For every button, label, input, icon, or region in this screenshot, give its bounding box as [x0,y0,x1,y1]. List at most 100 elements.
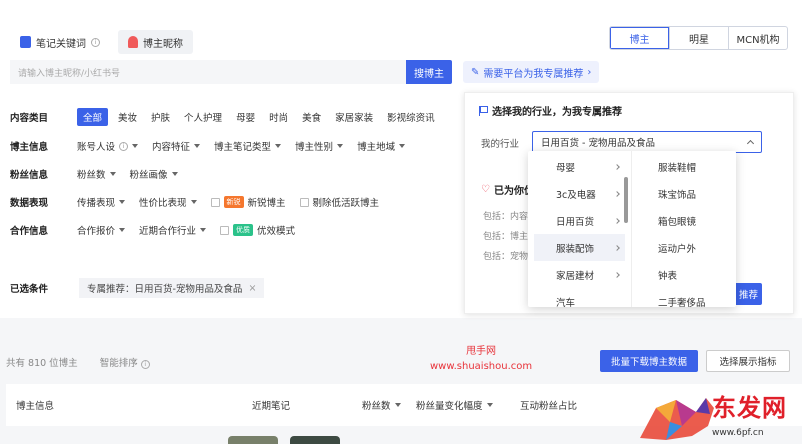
filter-label: 博主信息 [10,142,49,153]
results-count: 共有 810 位博主 [6,358,78,369]
header-interactive-ratio: 互动粉丝占比 [520,401,578,412]
scrollbar-thumb[interactable] [624,177,628,223]
user-icon [128,36,138,48]
industry-select-value: 日用百货 - 宠物用品及食品 [541,138,655,149]
cascader-option[interactable]: 3c及电器 [528,180,631,207]
filter-dropdown[interactable]: 粉丝数 [77,167,116,181]
recommend-link[interactable]: ✎ 需要平台为我专属推荐 › [463,61,600,83]
category-item[interactable]: 个人护理 [184,110,222,124]
filter-dropdown-label: 博主性别 [295,142,334,153]
filter-dropdown[interactable]: 博主地域 [357,139,406,153]
chevron-up-icon [746,139,755,148]
filter-dropdown-label: 博主笔记类型 [214,142,272,153]
caret-down-icon [275,144,282,148]
segment-blogger[interactable]: 博主 [610,27,669,49]
cascader-option-label: 母婴 [556,162,576,174]
header-fans[interactable]: 粉丝数 [362,398,401,412]
cascader-option-label: 3c及电器 [556,189,596,201]
include-line: 包括：博主 [483,232,529,242]
select-metrics-button[interactable]: 选择展示指标 [706,350,790,372]
checkbox[interactable] [210,197,220,207]
filter-dropdown[interactable]: 近期合作行业 [139,223,207,237]
caret-down-icon [337,144,344,148]
chevron-right-icon [614,217,620,224]
filter-dropdown-label: 性价比表现 [139,198,187,209]
industry-cascader: 母婴 3c及电器 日用百货 服装配饰 家居建材 汽车 服装鞋帽 珠宝饰品 箱包眼… [528,151,736,307]
filter-dropdown-label: 账号人设 [77,142,116,153]
filter-dropdown[interactable]: 内容特征 [152,139,201,153]
remove-inactive-checkbox[interactable]: 剔除低活跃博主 [299,195,379,209]
category-item[interactable]: 影视综资讯 [387,110,435,124]
category-item[interactable]: 美食 [302,110,321,124]
filter-dropdown[interactable]: 合作报价 [77,223,126,237]
filter-dropdown[interactable]: 传播表现 [77,195,126,209]
watermark-logo-text: 东发网 [712,393,787,422]
new-blogger-checkbox[interactable]: 新锐 新锐博主 [210,195,286,209]
include-line: 包括：内容 [483,212,529,222]
checkbox[interactable] [299,197,309,207]
filter-dropdown[interactable]: 博主笔记类型 [214,139,282,153]
cascader-option[interactable]: 家居建材 [528,261,631,288]
cascader-option-label: 服装配饰 [556,243,595,255]
cascader-option[interactable]: 珠宝饰品 [632,180,736,207]
panel-title: 选择我的行业，为我专属推荐 [479,103,622,118]
filter-label: 合作信息 [10,226,49,237]
category-item[interactable]: 母婴 [236,110,255,124]
cascader-option-active[interactable]: 服装配饰 [534,234,625,261]
filter-dropdown-label: 博主地域 [357,142,396,153]
category-item[interactable]: 家居家装 [335,110,373,124]
condition-chip-label: 专属推荐：日用百货-宠物用品及食品 [87,284,243,295]
caret-down-icon [190,200,197,204]
tab-note-keyword-label: 笔记关键词 [36,38,86,50]
search-button[interactable]: 搜博主 [406,60,452,84]
search-input[interactable]: 请输入博主昵称/小红书号 [10,60,406,84]
cascader-option[interactable]: 运动户外 [632,234,736,261]
tab-blogger-nickname[interactable]: 博主昵称 [118,30,193,54]
filter-row-fans: 粉丝信息 粉丝数 粉丝画像 [10,165,192,183]
watermark-line2: www.shuaishou.com [430,361,533,372]
filter-dropdown-label: 传播表现 [77,198,116,209]
checkbox[interactable] [220,225,230,235]
filter-dropdown[interactable]: 博主性别 [295,139,344,153]
industry-select[interactable]: 日用百货 - 宠物用品及食品 [532,131,762,153]
quality-mode-label: 优效模式 [257,226,296,237]
quality-mode-checkbox[interactable]: 优质 优效模式 [220,223,295,237]
segment-star[interactable]: 明星 [669,27,728,49]
header-fans-change[interactable]: 粉丝量变化幅度 [416,398,493,412]
watermark-logo-url: www.6pf.cn [712,428,764,438]
cascader-option[interactable]: 母婴 [528,153,631,180]
header-fans-label: 粉丝数 [362,401,391,412]
filter-dropdown[interactable]: 性价比表现 [139,195,197,209]
segment-mcn[interactable]: MCN机构 [728,27,787,49]
cascader-option[interactable]: 箱包眼镜 [632,207,736,234]
note-thumbnail[interactable] [290,436,340,444]
category-all[interactable]: 全部 [77,108,109,126]
cascader-option[interactable]: 钟表 [632,261,736,288]
caret-down-icon [171,172,178,176]
category-item[interactable]: 美妆 [118,110,137,124]
cascader-level2: 服装鞋帽 珠宝饰品 箱包眼镜 运动户外 钟表 二手奢侈品 [632,151,736,308]
filter-dropdown[interactable]: 粉丝画像 [130,167,178,181]
cascader-option[interactable]: 汽车 [528,288,631,308]
type-segment: 博主 明星 MCN机构 [609,26,788,50]
sort-icon [486,403,493,407]
filter-dropdown-label: 粉丝画像 [129,170,168,181]
close-icon[interactable]: × [248,283,256,294]
sort-label: 智能排序 [99,358,138,369]
filter-label: 数据表现 [10,198,49,209]
caret-down-icon [119,200,126,204]
cascader-option[interactable]: 二手奢侈品 [632,288,736,308]
chosen-label: 已选条件 [10,284,49,295]
tab-note-keyword[interactable]: 笔记关键词 i [10,30,110,54]
batch-download-button[interactable]: 批量下载博主数据 [600,350,698,372]
sort-control[interactable]: 智能排序 i [100,355,150,369]
filter-dropdown[interactable]: 账号人设 i [77,139,139,153]
cascader-option[interactable]: 服装鞋帽 [632,153,736,180]
info-icon: i [91,37,100,47]
note-thumbnail[interactable] [228,436,278,444]
chevron-right-icon [614,271,620,278]
cascader-option[interactable]: 日用百货 [528,207,631,234]
new-badge: 新锐 [223,196,244,208]
category-item[interactable]: 护肤 [151,110,170,124]
category-item[interactable]: 时尚 [269,110,288,124]
